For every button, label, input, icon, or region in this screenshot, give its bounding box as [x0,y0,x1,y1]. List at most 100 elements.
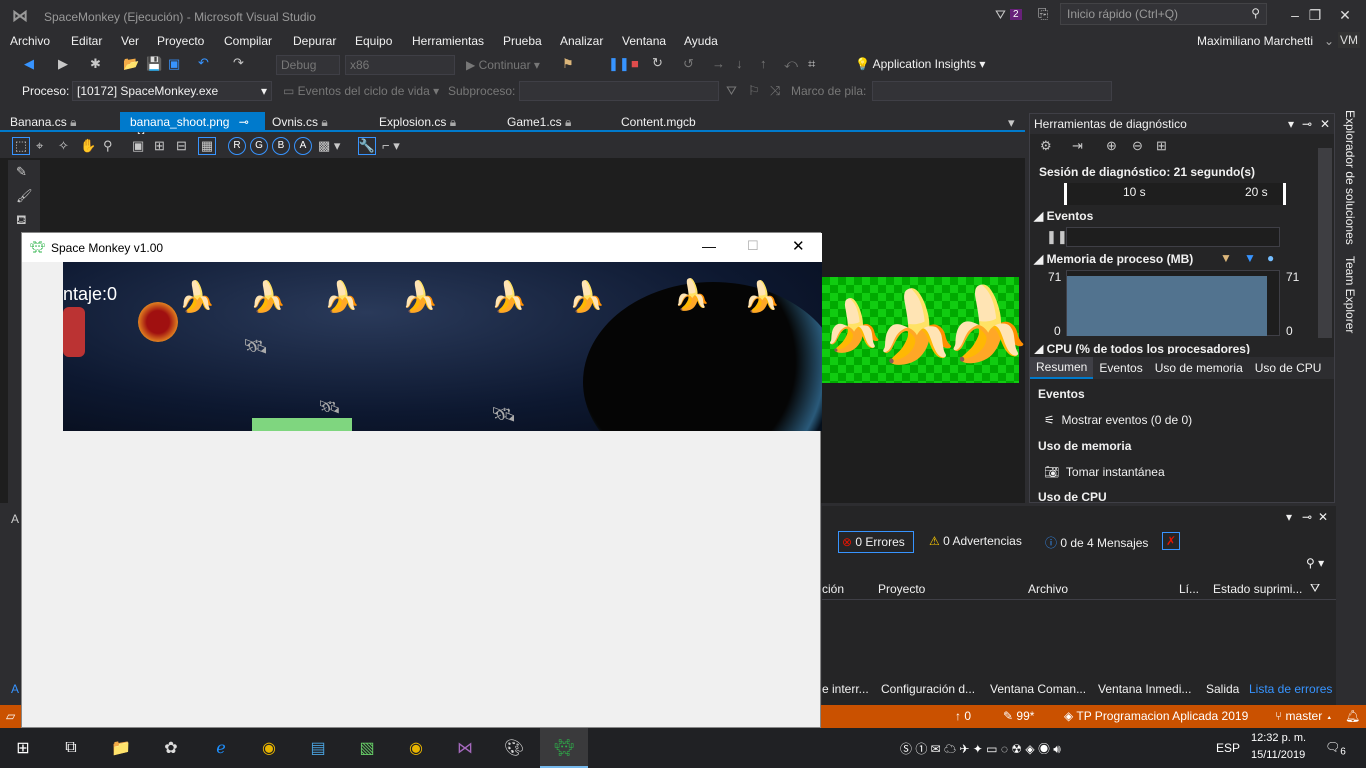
app-icon[interactable]: ▧ [354,736,380,760]
quick-launch-input[interactable]: Inicio rápido (Ctrl+Q) ⚲ [1060,3,1267,25]
tab-game1-cs[interactable]: Game1.cs 🔒︎ [497,112,581,132]
language-indicator[interactable]: ESP [1216,741,1240,755]
merge-icon[interactable]: ⤨ [770,83,780,99]
open-file-icon[interactable]: 📂 [123,56,139,72]
search-icon[interactable]: ⚲ ▾ [1306,556,1324,570]
build-intellisense-icon[interactable]: ✗ [1162,532,1181,550]
menu-depurar[interactable]: Depurar [293,34,336,48]
stop-icon[interactable]: ■ [631,56,639,71]
menu-compilar[interactable]: Compilar [224,34,272,48]
step-back-icon[interactable]: ⤺ [784,56,798,72]
chrome-icon[interactable]: ◉ [403,736,429,760]
pan-icon[interactable]: ✋ [80,138,96,154]
paint-icon[interactable]: 🎨︎ [501,736,527,760]
internet-explorer-icon[interactable]: ℯ [208,736,234,760]
warnings-filter-button[interactable]: ⚠ 0 Advertencias [926,531,1025,551]
col-line[interactable]: Lí... [1179,582,1199,596]
messages-filter-button[interactable]: ⓘ 0 de 4 Mensajes [1042,531,1151,554]
hot-reload-icon[interactable]: ↺ [683,56,694,72]
menu-proyecto[interactable]: Proyecto [157,34,204,48]
menu-ayuda[interactable]: Ayuda [684,34,718,48]
pause-icon[interactable]: ❚❚ [1046,229,1068,245]
feedback-icon[interactable]: ⎘ [1038,6,1048,22]
menu-archivo[interactable]: Archivo [10,34,50,48]
reset-view-icon[interactable]: ⊞ [1156,138,1167,154]
memory-chart[interactable] [1066,270,1280,336]
tray-icons[interactable]: Ⓢ ① ✉ ☁ ✈ ✦ ▭ ◌ ☢ ◈ ◉ 🔊︎ [900,740,1061,757]
lasso-icon[interactable]: ⌖ [36,138,43,154]
tab-immediate-window[interactable]: Ventana Inmedi... [1098,682,1191,696]
filter-icon[interactable]: ⛛ [726,83,737,99]
close-button[interactable]: ✕ [1325,4,1365,26]
memory-section[interactable]: ◢ Memoria de proceso (MB) [1034,252,1193,266]
close-icon[interactable]: ✕ [1318,510,1328,524]
col-file[interactable]: Archivo [1028,582,1068,596]
game-scene[interactable]: 🍌 🍌 🍌 🍌 🍌 🍌 🍌 🍌 🛰 🛰 🛰 ntaje:0 [63,262,822,431]
clock-time[interactable]: 12:32 p. m. [1251,732,1306,744]
back-icon[interactable]: ◀ [24,56,34,72]
space-monkey-taskbar-button[interactable]: 👾︎ [540,728,588,768]
export-icon[interactable]: ⇥ [1072,138,1083,154]
visual-studio-icon[interactable]: ⋈ [452,736,478,760]
background-icon[interactable]: ▩ ▾ [318,138,340,154]
tab-resumen[interactable]: Resumen [1030,357,1094,379]
col-project[interactable]: Proyecto [878,582,925,596]
zoom-out-icon[interactable]: ⊟ [176,138,187,154]
stack-frame-select[interactable] [872,81,1112,101]
errors-filter-button[interactable]: ⊗ 0 Errores [838,531,914,553]
redo-icon[interactable]: ↷ [233,55,244,71]
lifecycle-events-button[interactable]: ▭ Eventos del ciclo de vida ▾ [283,84,439,98]
flag-threads-icon[interactable]: ⚐ [748,83,760,99]
continue-button[interactable]: ▶ Continuar ▾ [466,58,540,72]
menu-prueba[interactable]: Prueba [503,34,542,48]
tab-banana-shoot-png[interactable]: banana_shoot.png ⊸ ✕ [120,112,265,143]
events-section[interactable]: ◢ Eventos [1034,209,1093,223]
restart-icon[interactable]: ↻ [652,55,663,71]
magic-wand-icon[interactable]: ✧ [58,138,69,154]
scrollbar[interactable] [1318,148,1332,338]
chevron-down-icon[interactable]: ▾ [1286,510,1292,524]
cpu-section[interactable]: ◢ CPU (% de todos los procesadores) [1034,342,1250,354]
user-name[interactable]: Maximiliano Marchetti [1197,34,1313,48]
platform-select[interactable]: x86 [345,55,455,75]
menu-ventana[interactable]: Ventana [622,34,666,48]
tab-breakpoints[interactable]: e interr... [822,682,869,696]
advanced-icon[interactable]: ⌐ ▾ [382,138,400,154]
output-icon[interactable]: ▱ [6,709,15,723]
pin-icon[interactable]: ⊸ [1302,510,1312,524]
game-window[interactable]: 👾︎ Space Monkey v1.00 — ☐ ✕ 🍌 🍌 🍌 🍌 🍌 🍌 … [21,232,822,728]
game-close-button[interactable]: ✕ [792,237,805,255]
brush-icon[interactable]: 🖌 [16,188,33,204]
save-all-icon[interactable]: ▣ [168,56,180,72]
filter-icon[interactable]: ⛛ [995,7,1006,23]
application-insights-button[interactable]: 💡 Application Insights ▾ [855,57,985,71]
alpha-channel-button[interactable]: A [294,137,312,155]
notification-center-icon[interactable]: 🗨︎6 [1325,740,1346,757]
game-minimize-button[interactable]: — [702,238,716,254]
step-over-icon[interactable]: → [712,56,725,71]
solution-explorer-tab[interactable]: Explorador de soluciones [1343,110,1357,245]
menu-equipo[interactable]: Equipo [355,34,392,48]
app-icon[interactable]: ✿ [158,736,184,760]
filter-icon[interactable]: ⛛ [1310,581,1320,596]
task-view-icon[interactable]: ⧉ [58,736,84,760]
fill-icon[interactable]: ⛾ [16,212,27,230]
game-maximize-button[interactable]: ☐ [747,238,759,254]
blue-channel-button[interactable]: B [272,137,290,155]
push-count[interactable]: ↑ 0 [955,709,971,723]
tab-explosion-cs[interactable]: Explosion.cs 🔒︎ [369,112,466,132]
take-snapshot-button[interactable]: 📷︎ Tomar instantánea [1044,465,1165,479]
properties-icon[interactable]: 🔧 [358,137,376,155]
menu-analizar[interactable]: Analizar [560,34,603,48]
tab-error-list[interactable]: Lista de errores [1249,682,1332,696]
tab-content-mgcb[interactable]: Content.mgcb [611,112,706,132]
branch-name[interactable]: ⑂ master ▴ [1275,709,1333,723]
repository-name[interactable]: ◈ TP Programacion Aplicada 2019 [1064,709,1248,723]
grid-icon[interactable]: ▦ [198,137,216,155]
close-icon[interactable]: ✕ [1320,117,1330,131]
process-select[interactable]: [10172] SpaceMonkey.exe ▾ [72,81,272,101]
notification-badge[interactable]: 2 [1010,9,1022,20]
undo-icon[interactable]: ↶ [198,55,209,71]
new-project-icon[interactable]: ✱ [90,56,101,72]
pencil-icon[interactable]: ✎ [16,164,27,180]
